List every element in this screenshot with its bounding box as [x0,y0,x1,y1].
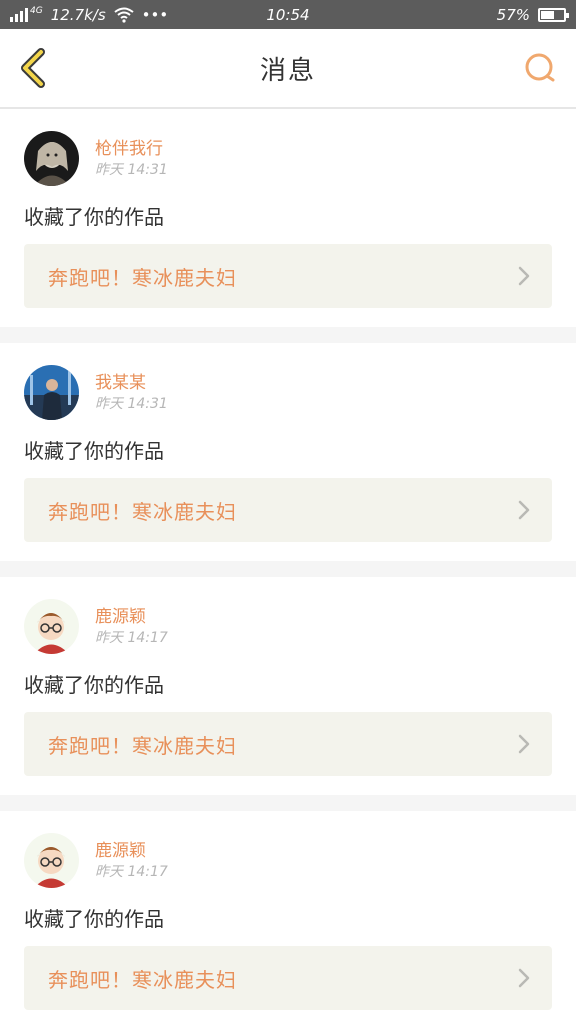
user-meta: 我某某 昨天 14:31 [95,372,168,414]
user-row: 我某某 昨天 14:31 [24,365,552,420]
chevron-right-icon [518,500,530,520]
username[interactable]: 鹿源颖 [95,840,168,862]
work-link[interactable]: 奔跑吧！寒冰鹿夫妇 [24,478,552,542]
user-meta: 枪伴我行 昨天 14:31 [95,138,168,180]
avatar[interactable] [24,131,79,186]
user-meta: 鹿源颖 昨天 14:17 [95,606,168,648]
avatar[interactable] [24,833,79,888]
username[interactable]: 枪伴我行 [95,138,168,160]
work-link[interactable]: 奔跑吧！寒冰鹿夫妇 [24,946,552,1010]
avatar[interactable] [24,599,79,654]
work-title: 奔跑吧！寒冰鹿夫妇 [48,499,237,524]
status-left: 4G 12.7k/s ••• [10,6,168,24]
user-row: 鹿源颖 昨天 14:17 [24,599,552,654]
message-item: 我某某 昨天 14:31 收藏了你的作品 奔跑吧！寒冰鹿夫妇 [0,343,576,561]
chevron-right-icon [518,968,530,988]
back-button[interactable] [14,43,54,93]
work-link[interactable]: 奔跑吧！寒冰鹿夫妇 [24,244,552,308]
username[interactable]: 鹿源颖 [95,606,168,628]
user-row: 枪伴我行 昨天 14:31 [24,131,552,186]
action-text: 收藏了你的作品 [24,673,164,697]
top-header: 消息 [0,29,576,109]
action-text: 收藏了你的作品 [24,205,164,229]
battery-percent: 57% [496,5,530,24]
chevron-right-icon [518,734,530,754]
work-link[interactable]: 奔跑吧！寒冰鹿夫妇 [24,712,552,776]
message-item: 鹿源颖 昨天 14:17 收藏了你的作品 奔跑吧！寒冰鹿夫妇 [0,811,576,1024]
message-list: 枪伴我行 昨天 14:31 收藏了你的作品 奔跑吧！寒冰鹿夫妇 我某某 昨天 1… [0,109,576,1024]
status-bar: 4G 12.7k/s ••• 10:54 57% [0,0,576,29]
status-right: 57% [496,5,569,24]
user-row: 鹿源颖 昨天 14:17 [24,833,552,888]
user-meta: 鹿源颖 昨天 14:17 [95,840,168,882]
chevron-left-icon [21,48,45,88]
work-title: 奔跑吧！寒冰鹿夫妇 [48,967,237,992]
action-text: 收藏了你的作品 [24,907,164,931]
page-title: 消息 [259,55,316,86]
wifi-icon [114,7,134,23]
dark-art-avatar-image [24,131,79,186]
username[interactable]: 我某某 [95,372,168,394]
battery-icon [538,7,569,22]
message-item: 鹿源颖 昨天 14:17 收藏了你的作品 奔跑吧！寒冰鹿夫妇 [0,577,576,795]
blue-outdoor-avatar-image [24,365,79,420]
cartoon-glasses-avatar-image [24,833,79,888]
network-type: 4G [30,5,43,16]
more-dots-icon: ••• [141,5,169,24]
message-time: 昨天 14:17 [95,629,168,646]
message-time: 昨天 14:31 [95,395,168,412]
search-button[interactable] [518,43,562,93]
message-time: 昨天 14:17 [95,863,168,880]
network-speed: 12.7k/s [50,5,106,24]
avatar[interactable] [24,365,79,420]
search-icon [525,53,555,82]
signal-icon [10,7,28,22]
message-item: 枪伴我行 昨天 14:31 收藏了你的作品 奔跑吧！寒冰鹿夫妇 [0,109,576,327]
action-text: 收藏了你的作品 [24,439,164,463]
message-time: 昨天 14:31 [95,161,168,178]
cartoon-glasses-avatar-image [24,599,79,654]
work-title: 奔跑吧！寒冰鹿夫妇 [48,733,237,758]
chevron-right-icon [518,266,530,286]
work-title: 奔跑吧！寒冰鹿夫妇 [48,265,237,290]
